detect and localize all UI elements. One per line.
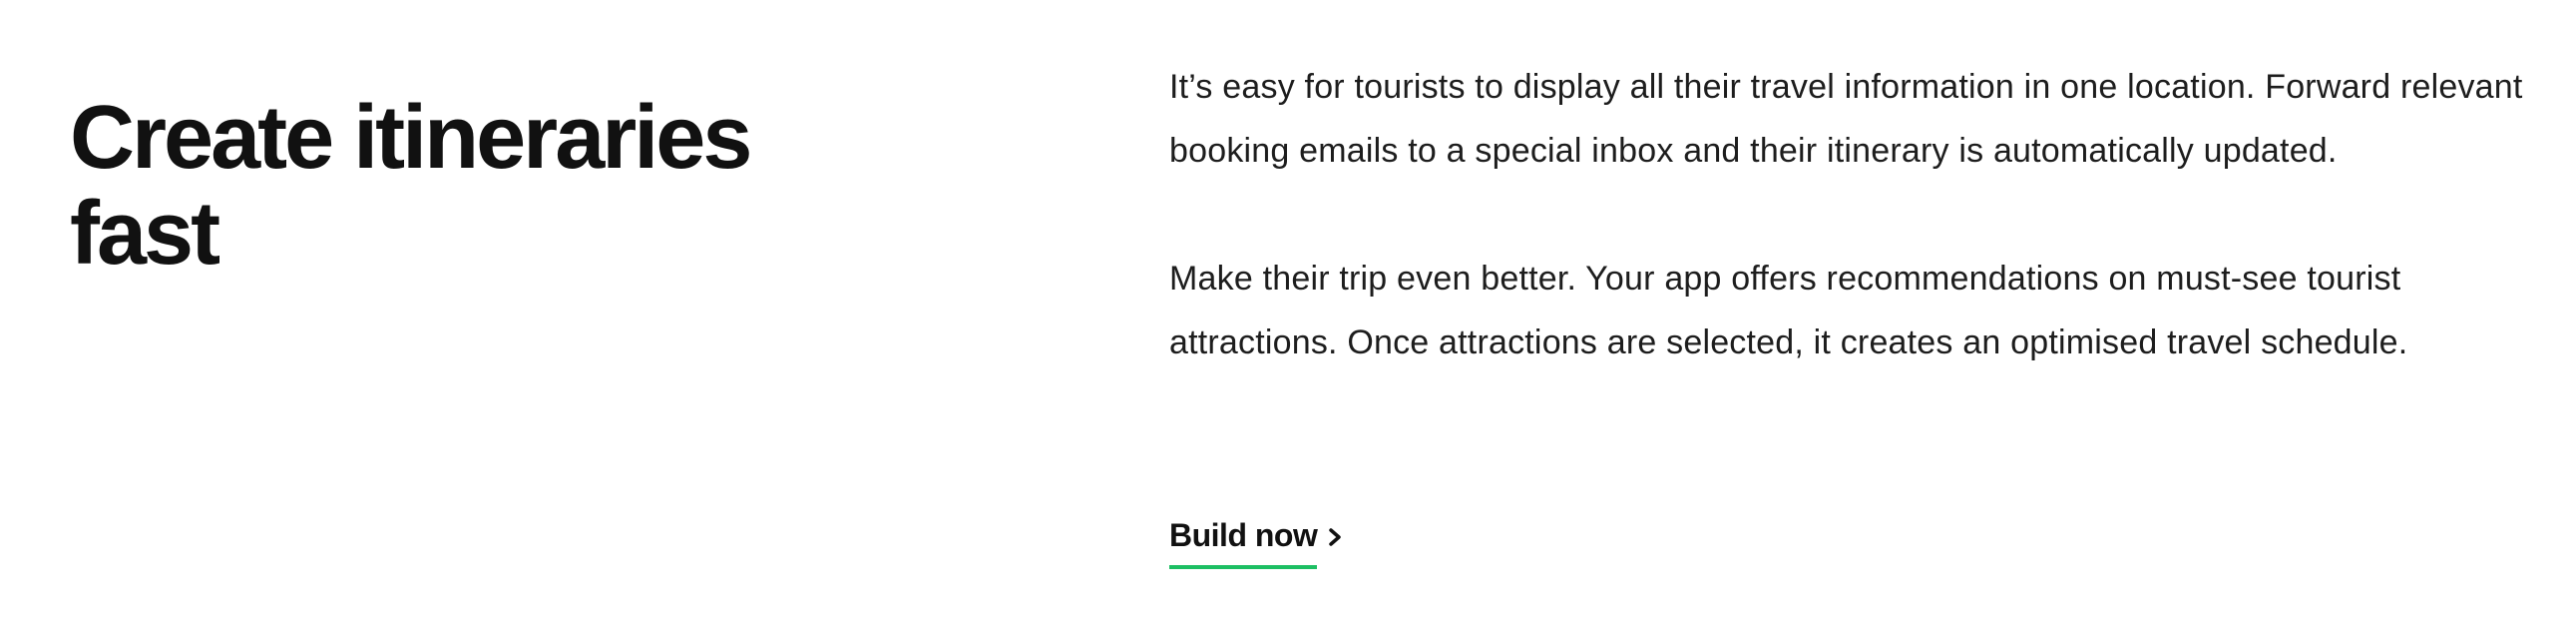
build-now-link[interactable]: Build now — [1169, 511, 1347, 569]
description-column: It’s easy for tourists to display all th… — [1169, 55, 2566, 374]
description-paragraph-2: Make their trip even better. Your app of… — [1169, 260, 2408, 361]
section-heading: Create itineraries fast — [70, 90, 968, 282]
build-now-label: Build now — [1169, 511, 1318, 569]
description-paragraph-1: It’s easy for tourists to display all th… — [1169, 68, 2523, 170]
feature-section: Create itineraries fast It’s easy for to… — [0, 0, 2576, 639]
section-heading-line-2: fast — [70, 184, 220, 284]
chevron-right-icon — [1325, 523, 1347, 551]
section-heading-line-1: Create itineraries — [70, 88, 752, 188]
